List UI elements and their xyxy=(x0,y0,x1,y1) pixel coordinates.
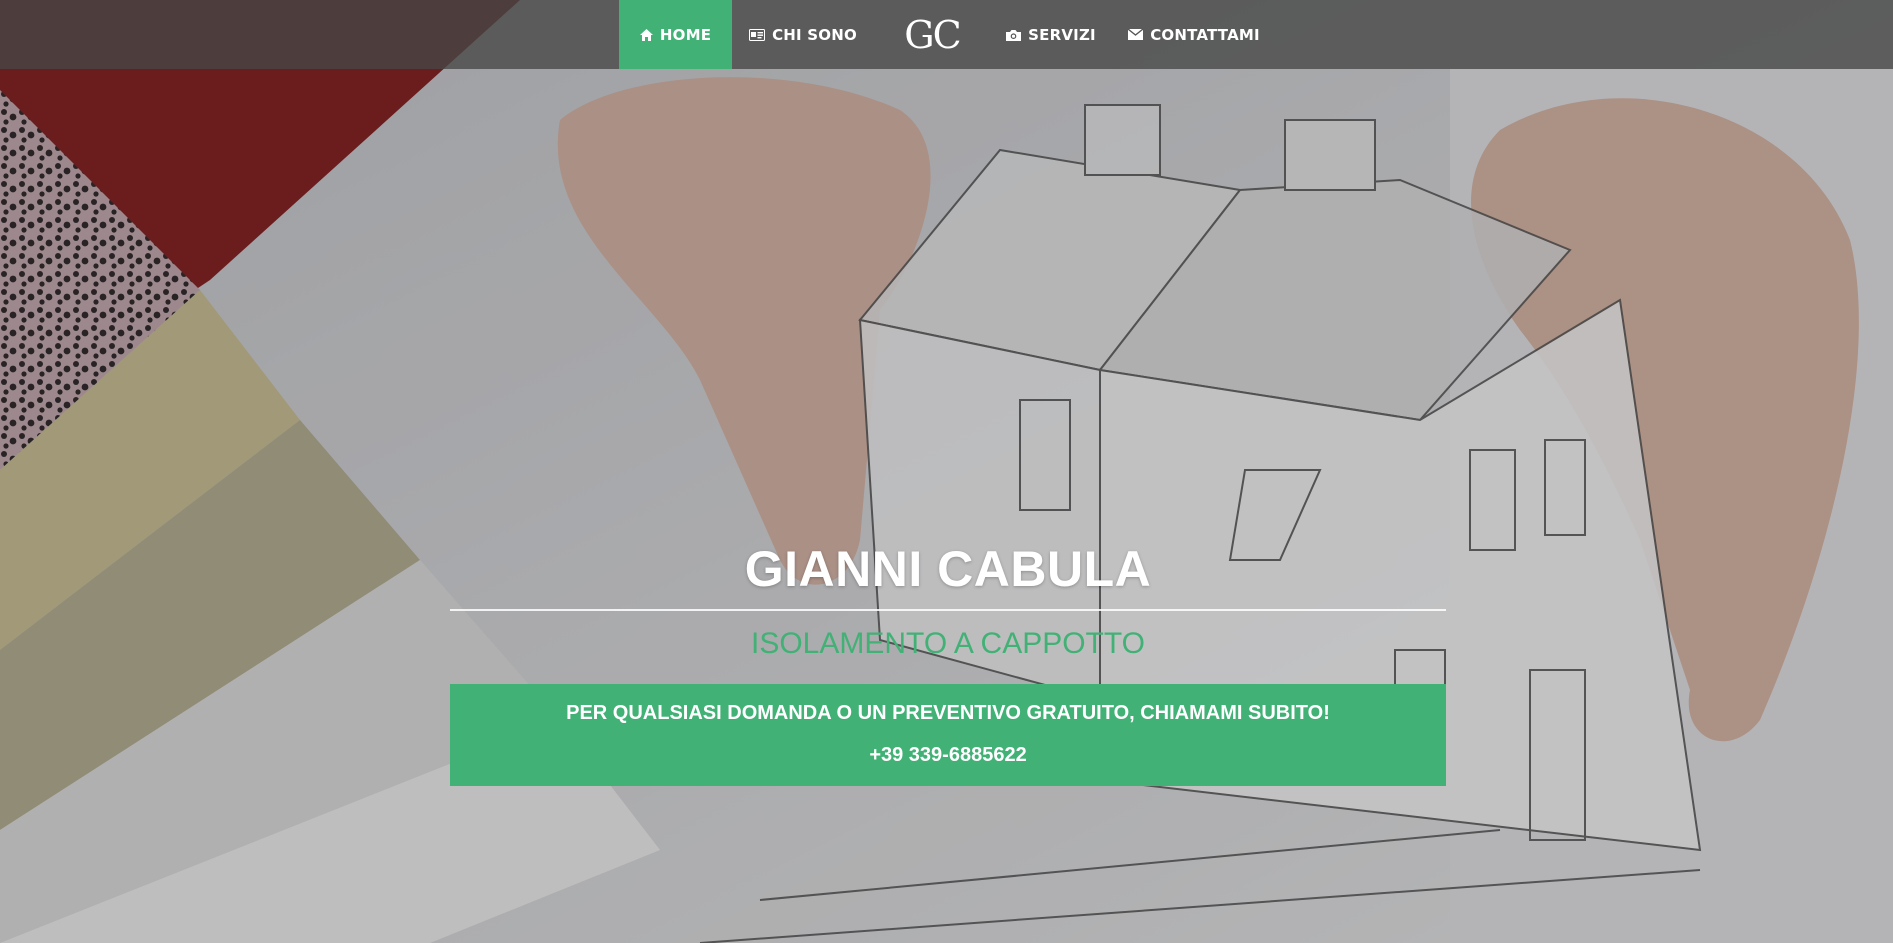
hero-divider xyxy=(450,609,1446,611)
envelope-icon xyxy=(1128,29,1144,40)
nav-servizi-label: SERVIZI xyxy=(1028,25,1096,44)
nav-home-link[interactable]: HOME xyxy=(619,0,732,69)
id-card-icon xyxy=(749,28,766,41)
nav-chi-sono-label: CHI SONO xyxy=(772,25,857,44)
hero-title: GIANNI CABULA xyxy=(744,541,1152,597)
nav-contattami-link[interactable]: CONTATTAMI xyxy=(1128,0,1260,69)
cta-text: PER QUALSIASI DOMANDA O UN PREVENTIVO GR… xyxy=(566,702,1330,724)
nav-servizi-link[interactable]: SERVIZI xyxy=(1006,0,1096,69)
nav-chi-sono-link[interactable]: CHI SONO xyxy=(748,0,858,69)
logo[interactable]: GC xyxy=(892,0,972,69)
hero-section: GIANNI CABULA ISOLAMENTO A CAPPOTTO PER … xyxy=(0,0,1893,943)
hero-subtitle: ISOLAMENTO A CAPPOTTO xyxy=(751,627,1145,660)
hero-overlay xyxy=(0,0,1893,943)
home-icon xyxy=(639,28,653,41)
nav-contattami-label: CONTATTAMI xyxy=(1150,25,1260,44)
camera-icon xyxy=(1006,29,1022,41)
cta-box: PER QUALSIASI DOMANDA O UN PREVENTIVO GR… xyxy=(450,684,1446,786)
nav-home-label: HOME xyxy=(659,25,712,44)
cta-phone-link[interactable]: +39 339-6885622 xyxy=(450,744,1446,767)
top-navbar: HOME CHI SONO GC SERVIZI CONTATTAMI xyxy=(0,0,1893,69)
